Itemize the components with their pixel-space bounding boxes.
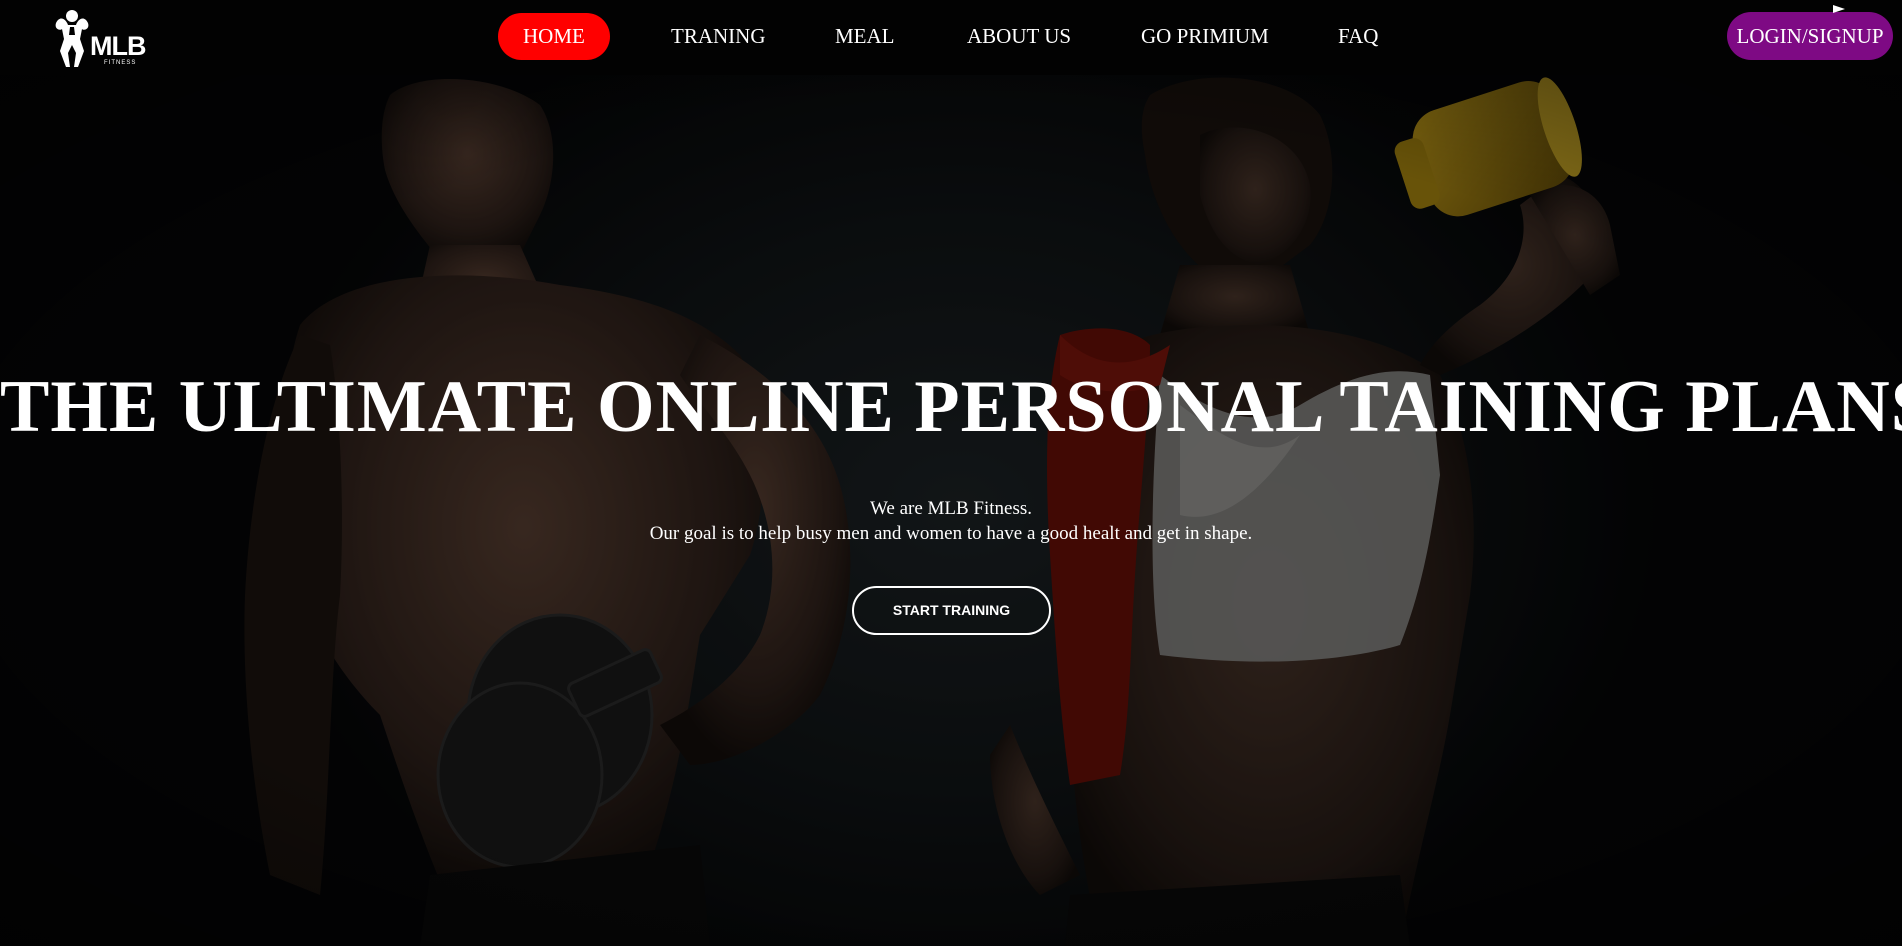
hero-subtitle-line-1: We are MLB Fitness. bbox=[869, 498, 1033, 519]
nav-faq[interactable]: FAQ bbox=[1338, 13, 1378, 60]
hero-title: THE ULTIMATE ONLINE PERSONAL TAINING PLA… bbox=[0, 366, 1902, 448]
cursor-icon bbox=[1833, 5, 1845, 13]
hero-section: THE ULTIMATE ONLINE PERSONAL TAINING PLA… bbox=[0, 75, 1902, 946]
page: MLB FITNESS HOME TRANING MEAL ABOUT US G… bbox=[0, 0, 1902, 946]
hero-subtitle-line-2: Our goal is to help busy men and women t… bbox=[649, 523, 1253, 544]
nav-go-premium[interactable]: GO PRIMIUM bbox=[1141, 13, 1269, 60]
logo-wordmark: MLB bbox=[90, 31, 146, 61]
logo-subtext: FITNESS bbox=[104, 60, 137, 66]
brand-logo[interactable]: MLB FITNESS bbox=[48, 5, 160, 71]
nav-about-us[interactable]: ABOUT US bbox=[967, 13, 1071, 60]
start-training-button[interactable]: START TRAINING bbox=[852, 586, 1051, 635]
login-signup-button[interactable]: LOGIN/SIGNUP bbox=[1727, 12, 1893, 60]
nav-meal[interactable]: MEAL bbox=[835, 13, 895, 60]
nav-home[interactable]: HOME bbox=[498, 13, 610, 60]
nav-training[interactable]: TRANING bbox=[671, 13, 766, 60]
top-navbar: MLB FITNESS HOME TRANING MEAL ABOUT US G… bbox=[0, 0, 1902, 75]
